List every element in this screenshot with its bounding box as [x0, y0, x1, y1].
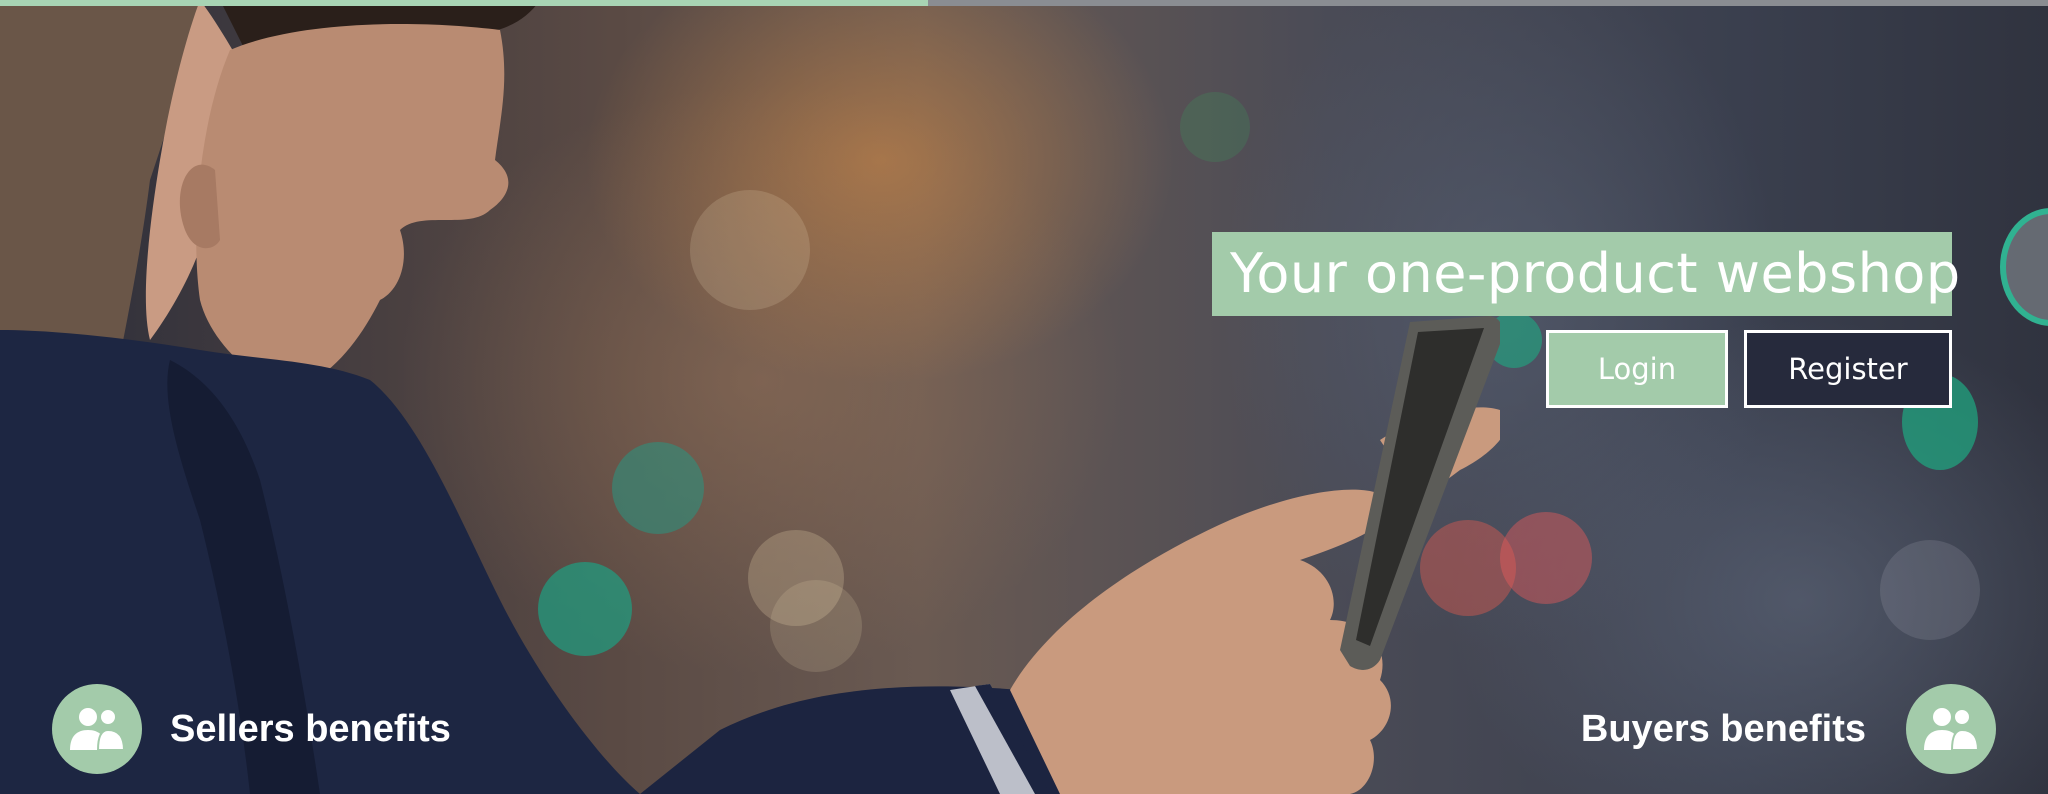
sellers-benefits-label: Sellers benefits	[170, 707, 451, 750]
bokeh-light	[1500, 512, 1592, 604]
bokeh-light	[2000, 208, 2048, 326]
sellers-benefits-link[interactable]: Sellers benefits	[52, 684, 451, 774]
progress-fill	[0, 0, 928, 6]
couple-with-phone-photo	[0, 0, 1500, 794]
buyers-benefits-label: Buyers benefits	[1580, 707, 1866, 750]
progress-track	[0, 0, 2048, 6]
hero-headline: Your one-product webshop	[1212, 232, 1960, 316]
login-button[interactable]: Login	[1546, 330, 1728, 408]
buyers-benefits-link[interactable]: Buyers benefits	[1581, 684, 1996, 774]
register-button[interactable]: Register	[1744, 330, 1952, 408]
users-icon	[52, 684, 142, 774]
hero-banner: Your one-product webshop Login Register …	[0, 0, 2048, 794]
users-icon	[1906, 684, 1996, 774]
bokeh-light	[1880, 540, 1980, 640]
